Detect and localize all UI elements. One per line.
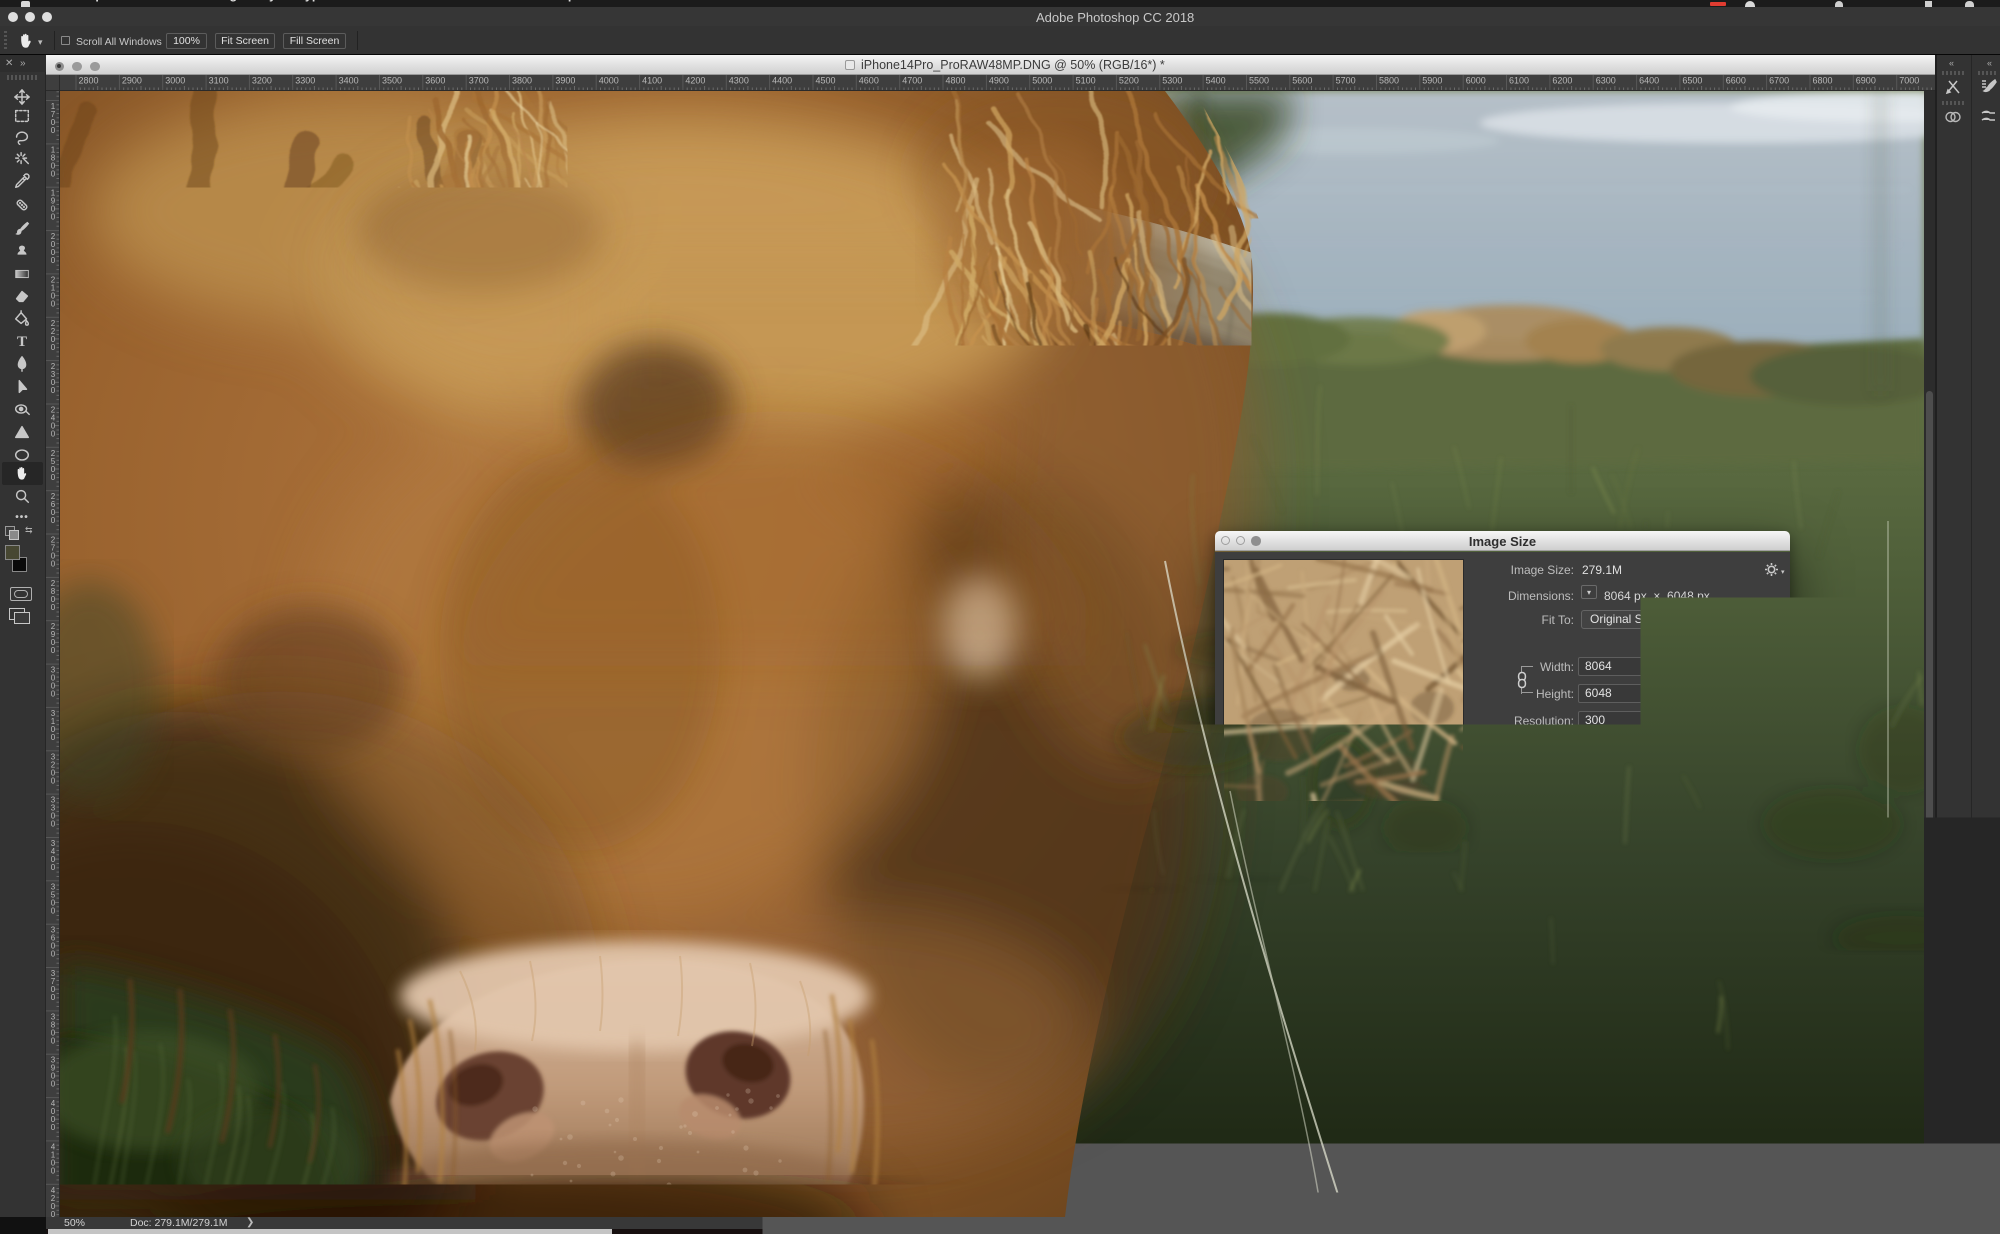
- svg-text:0: 0: [51, 126, 56, 135]
- svg-text:0: 0: [51, 603, 56, 612]
- svg-text:5100: 5100: [1076, 76, 1096, 86]
- svg-text:0: 0: [51, 863, 56, 872]
- svg-text:5500: 5500: [1249, 76, 1269, 86]
- svg-text:0: 0: [51, 1123, 56, 1132]
- svg-text:0: 0: [51, 516, 56, 525]
- svg-text:2900: 2900: [122, 76, 142, 86]
- svg-text:5800: 5800: [1379, 76, 1399, 86]
- svg-text:0: 0: [51, 343, 56, 352]
- svg-text:0: 0: [51, 256, 56, 265]
- svg-text:0: 0: [51, 950, 56, 959]
- svg-text:0: 0: [51, 1080, 56, 1089]
- svg-text:0: 0: [51, 91, 56, 92]
- svg-text:0: 0: [51, 906, 56, 915]
- svg-text:0: 0: [51, 646, 56, 655]
- svg-text:0: 0: [51, 1210, 56, 1217]
- svg-text:5700: 5700: [1336, 76, 1356, 86]
- svg-text:0: 0: [51, 560, 56, 569]
- svg-text:3700: 3700: [469, 76, 489, 86]
- svg-text:5300: 5300: [1162, 76, 1182, 86]
- svg-text:4800: 4800: [946, 76, 966, 86]
- svg-text:3200: 3200: [252, 76, 272, 86]
- svg-text:6700: 6700: [1769, 76, 1789, 86]
- svg-text:0: 0: [51, 993, 56, 1002]
- svg-text:0: 0: [51, 386, 56, 395]
- svg-text:3100: 3100: [209, 76, 229, 86]
- svg-text:0: 0: [51, 776, 56, 785]
- svg-text:3300: 3300: [295, 76, 315, 86]
- svg-text:4400: 4400: [772, 76, 792, 86]
- svg-text:0: 0: [51, 820, 56, 829]
- svg-text:3800: 3800: [512, 76, 532, 86]
- svg-text:4600: 4600: [859, 76, 879, 86]
- svg-text:7000: 7000: [1899, 76, 1919, 86]
- svg-text:3600: 3600: [425, 76, 445, 86]
- svg-text:0: 0: [51, 690, 56, 699]
- svg-text:6600: 6600: [1726, 76, 1746, 86]
- svg-text:0: 0: [51, 299, 56, 308]
- svg-text:6900: 6900: [1856, 76, 1876, 86]
- svg-text:5200: 5200: [1119, 76, 1139, 86]
- svg-text:5000: 5000: [1032, 76, 1052, 86]
- svg-text:4300: 4300: [729, 76, 749, 86]
- svg-text:4900: 4900: [989, 76, 1009, 86]
- svg-text:2800: 2800: [79, 76, 99, 86]
- svg-text:6000: 6000: [1466, 76, 1486, 86]
- svg-text:3000: 3000: [165, 76, 185, 86]
- svg-text:6200: 6200: [1552, 76, 1572, 86]
- svg-text:3900: 3900: [555, 76, 575, 86]
- svg-text:0: 0: [51, 213, 56, 222]
- svg-text:6300: 6300: [1596, 76, 1616, 86]
- svg-text:4200: 4200: [685, 76, 705, 86]
- svg-text:0: 0: [51, 169, 56, 178]
- svg-text:6400: 6400: [1639, 76, 1659, 86]
- svg-text:6500: 6500: [1682, 76, 1702, 86]
- svg-text:4700: 4700: [902, 76, 922, 86]
- svg-text:0: 0: [51, 430, 56, 439]
- svg-text:4000: 4000: [599, 76, 619, 86]
- svg-text:3500: 3500: [382, 76, 402, 86]
- svg-text:0: 0: [51, 733, 56, 742]
- svg-text:0: 0: [51, 1036, 56, 1045]
- svg-text:0: 0: [51, 1166, 56, 1175]
- svg-text:4500: 4500: [816, 76, 836, 86]
- svg-text:4100: 4100: [642, 76, 662, 86]
- svg-text:0: 0: [51, 473, 56, 482]
- svg-text:6800: 6800: [1813, 76, 1833, 86]
- svg-text:3400: 3400: [339, 76, 359, 86]
- svg-text:6100: 6100: [1509, 76, 1529, 86]
- svg-text:5400: 5400: [1206, 76, 1226, 86]
- svg-text:5900: 5900: [1422, 76, 1442, 86]
- svg-text:5600: 5600: [1292, 76, 1312, 86]
